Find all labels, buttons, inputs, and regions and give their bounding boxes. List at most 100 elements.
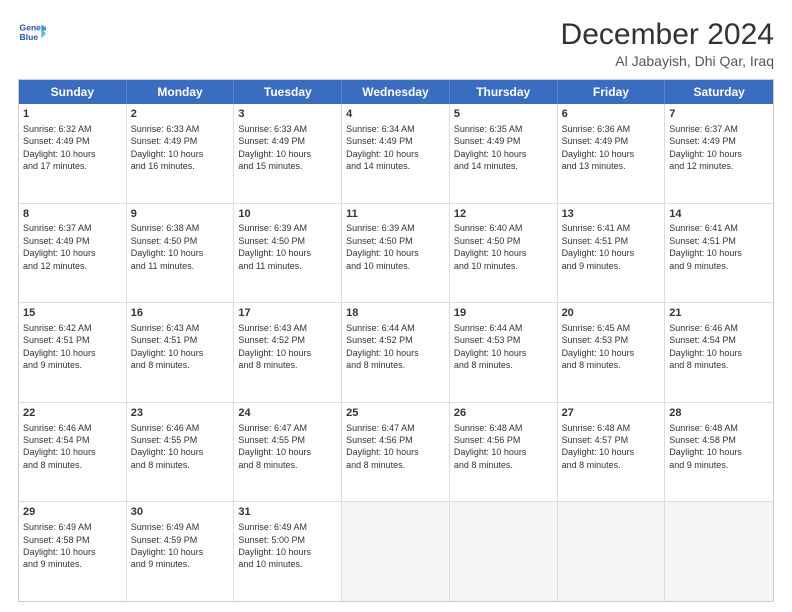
header-day-tuesday: Tuesday	[234, 80, 342, 104]
title-block: December 2024 Al Jabayish, Dhi Qar, Iraq	[561, 18, 774, 69]
calendar-cell	[342, 502, 450, 601]
day-info: Sunrise: 6:48 AM Sunset: 4:56 PM Dayligh…	[454, 423, 527, 470]
day-info: Sunrise: 6:32 AM Sunset: 4:49 PM Dayligh…	[23, 124, 96, 171]
day-number: 16	[131, 306, 230, 321]
day-number: 12	[454, 207, 553, 222]
day-info: Sunrise: 6:43 AM Sunset: 4:51 PM Dayligh…	[131, 323, 204, 370]
day-info: Sunrise: 6:37 AM Sunset: 4:49 PM Dayligh…	[669, 124, 742, 171]
day-info: Sunrise: 6:40 AM Sunset: 4:50 PM Dayligh…	[454, 223, 527, 270]
day-info: Sunrise: 6:45 AM Sunset: 4:53 PM Dayligh…	[562, 323, 635, 370]
logo-icon: General Blue	[18, 18, 46, 46]
calendar-cell: 30 Sunrise: 6:49 AM Sunset: 4:59 PM Dayli…	[127, 502, 235, 601]
calendar-cell: 9Sunrise: 6:38 AM Sunset: 4:50 PM Daylig…	[127, 204, 235, 303]
day-info: Sunrise: 6:49 AM Sunset: 4:59 PM Dayligh…	[131, 522, 204, 569]
day-info: Sunrise: 6:49 AM Sunset: 5:00 PM Dayligh…	[238, 522, 311, 569]
day-info: Sunrise: 6:39 AM Sunset: 4:50 PM Dayligh…	[346, 223, 419, 270]
day-number: 4	[346, 107, 445, 122]
day-number: 10	[238, 207, 337, 222]
calendar-cell: 14Sunrise: 6:41 AM Sunset: 4:51 PM Dayli…	[665, 204, 773, 303]
calendar: SundayMondayTuesdayWednesdayThursdayFrid…	[18, 79, 774, 602]
calendar-week-1: 1 Sunrise: 6:32 AM Sunset: 4:49 PM Daylig…	[19, 104, 773, 204]
day-info: Sunrise: 6:41 AM Sunset: 4:51 PM Dayligh…	[669, 223, 742, 270]
calendar-cell: 7 Sunrise: 6:37 AM Sunset: 4:49 PM Daylig…	[665, 104, 773, 203]
day-info: Sunrise: 6:33 AM Sunset: 4:49 PM Dayligh…	[131, 124, 204, 171]
header-day-sunday: Sunday	[19, 80, 127, 104]
day-info: Sunrise: 6:43 AM Sunset: 4:52 PM Dayligh…	[238, 323, 311, 370]
calendar-cell: 22 Sunrise: 6:46 AM Sunset: 4:54 PM Dayli…	[19, 403, 127, 502]
calendar-cell	[665, 502, 773, 601]
calendar-week-5: 29 Sunrise: 6:49 AM Sunset: 4:58 PM Dayli…	[19, 502, 773, 601]
calendar-cell: 31 Sunrise: 6:49 AM Sunset: 5:00 PM Dayli…	[234, 502, 342, 601]
header-day-saturday: Saturday	[665, 80, 773, 104]
day-number: 30	[131, 505, 230, 520]
day-number: 18	[346, 306, 445, 321]
day-info: Sunrise: 6:47 AM Sunset: 4:55 PM Dayligh…	[238, 423, 311, 470]
header-day-thursday: Thursday	[450, 80, 558, 104]
calendar-cell: 28 Sunrise: 6:48 AM Sunset: 4:58 PM Dayli…	[665, 403, 773, 502]
day-number: 7	[669, 107, 769, 122]
calendar-week-2: 8Sunrise: 6:37 AM Sunset: 4:49 PM Daylig…	[19, 204, 773, 304]
calendar-cell	[450, 502, 558, 601]
day-info: Sunrise: 6:39 AM Sunset: 4:50 PM Dayligh…	[238, 223, 311, 270]
day-number: 8	[23, 207, 122, 222]
day-number: 24	[238, 406, 337, 421]
day-info: Sunrise: 6:46 AM Sunset: 4:54 PM Dayligh…	[669, 323, 742, 370]
day-number: 20	[562, 306, 661, 321]
day-number: 17	[238, 306, 337, 321]
day-info: Sunrise: 6:48 AM Sunset: 4:57 PM Dayligh…	[562, 423, 635, 470]
header-day-friday: Friday	[558, 80, 666, 104]
day-number: 14	[669, 207, 769, 222]
day-info: Sunrise: 6:44 AM Sunset: 4:52 PM Dayligh…	[346, 323, 419, 370]
calendar-week-4: 22 Sunrise: 6:46 AM Sunset: 4:54 PM Dayli…	[19, 403, 773, 503]
day-info: Sunrise: 6:38 AM Sunset: 4:50 PM Dayligh…	[131, 223, 204, 270]
calendar-header-row: SundayMondayTuesdayWednesdayThursdayFrid…	[19, 80, 773, 104]
day-info: Sunrise: 6:46 AM Sunset: 4:55 PM Dayligh…	[131, 423, 204, 470]
header-day-wednesday: Wednesday	[342, 80, 450, 104]
logo: General Blue General Blue	[18, 18, 46, 46]
calendar-cell: 10Sunrise: 6:39 AM Sunset: 4:50 PM Dayli…	[234, 204, 342, 303]
day-info: Sunrise: 6:48 AM Sunset: 4:58 PM Dayligh…	[669, 423, 742, 470]
day-info: Sunrise: 6:46 AM Sunset: 4:54 PM Dayligh…	[23, 423, 96, 470]
calendar-cell: 16 Sunrise: 6:43 AM Sunset: 4:51 PM Dayli…	[127, 303, 235, 402]
calendar-body: 1 Sunrise: 6:32 AM Sunset: 4:49 PM Daylig…	[19, 104, 773, 601]
calendar-cell: 12Sunrise: 6:40 AM Sunset: 4:50 PM Dayli…	[450, 204, 558, 303]
calendar-cell: 3Sunrise: 6:33 AM Sunset: 4:49 PM Daylig…	[234, 104, 342, 203]
calendar-cell	[558, 502, 666, 601]
calendar-cell: 13Sunrise: 6:41 AM Sunset: 4:51 PM Dayli…	[558, 204, 666, 303]
calendar-week-3: 15Sunrise: 6:42 AM Sunset: 4:51 PM Dayli…	[19, 303, 773, 403]
day-number: 13	[562, 207, 661, 222]
calendar-cell: 18 Sunrise: 6:44 AM Sunset: 4:52 PM Dayli…	[342, 303, 450, 402]
calendar-cell: 20 Sunrise: 6:45 AM Sunset: 4:53 PM Dayli…	[558, 303, 666, 402]
day-number: 9	[131, 207, 230, 222]
day-number: 1	[23, 107, 122, 122]
day-number: 27	[562, 406, 661, 421]
day-number: 29	[23, 505, 122, 520]
calendar-cell: 4 Sunrise: 6:34 AM Sunset: 4:49 PM Daylig…	[342, 104, 450, 203]
day-number: 31	[238, 505, 337, 520]
day-info: Sunrise: 6:47 AM Sunset: 4:56 PM Dayligh…	[346, 423, 419, 470]
calendar-cell: 26Sunrise: 6:48 AM Sunset: 4:56 PM Dayli…	[450, 403, 558, 502]
calendar-cell: 29 Sunrise: 6:49 AM Sunset: 4:58 PM Dayli…	[19, 502, 127, 601]
day-number: 23	[131, 406, 230, 421]
header: General Blue General Blue December 2024 …	[18, 18, 774, 69]
day-info: Sunrise: 6:37 AM Sunset: 4:49 PM Dayligh…	[23, 223, 96, 270]
day-number: 21	[669, 306, 769, 321]
calendar-cell: 6Sunrise: 6:36 AM Sunset: 4:49 PM Daylig…	[558, 104, 666, 203]
day-info: Sunrise: 6:34 AM Sunset: 4:49 PM Dayligh…	[346, 124, 419, 171]
header-day-monday: Monday	[127, 80, 235, 104]
day-number: 22	[23, 406, 122, 421]
calendar-cell: 17 Sunrise: 6:43 AM Sunset: 4:52 PM Dayli…	[234, 303, 342, 402]
day-info: Sunrise: 6:35 AM Sunset: 4:49 PM Dayligh…	[454, 124, 527, 171]
day-number: 19	[454, 306, 553, 321]
day-info: Sunrise: 6:41 AM Sunset: 4:51 PM Dayligh…	[562, 223, 635, 270]
day-number: 6	[562, 107, 661, 122]
day-info: Sunrise: 6:49 AM Sunset: 4:58 PM Dayligh…	[23, 522, 96, 569]
day-number: 5	[454, 107, 553, 122]
calendar-cell: 24 Sunrise: 6:47 AM Sunset: 4:55 PM Dayli…	[234, 403, 342, 502]
day-number: 25	[346, 406, 445, 421]
calendar-cell: 15Sunrise: 6:42 AM Sunset: 4:51 PM Dayli…	[19, 303, 127, 402]
day-number: 28	[669, 406, 769, 421]
calendar-title: December 2024	[561, 18, 774, 51]
day-number: 11	[346, 207, 445, 222]
page: General Blue General Blue December 2024 …	[0, 0, 792, 612]
